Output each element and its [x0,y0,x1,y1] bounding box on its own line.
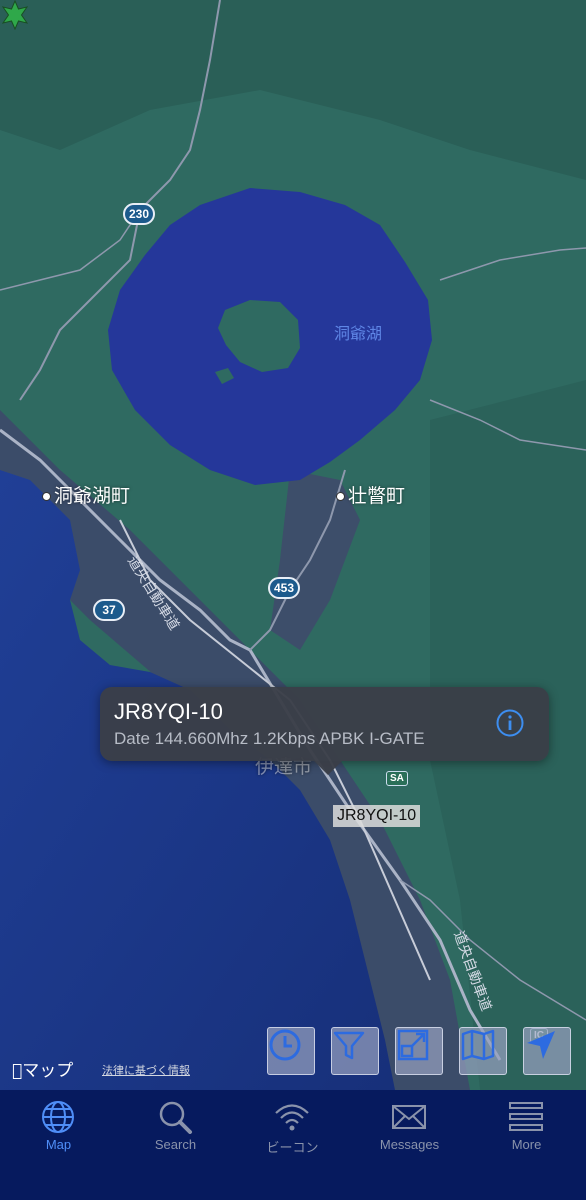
wifi-icon [275,1104,309,1131]
place-label-toyako[interactable]: 洞爺湖町 [42,481,130,508]
callout-subtitle: Date 144.660Mhz 1.2Kbps APBK I-GATE [114,729,425,748]
map-type-button[interactable] [459,1027,507,1075]
station-callout[interactable]: JR8YQI-10 Date 144.660Mhz 1.2Kbps APBK I… [100,687,549,775]
apple-maps-attribution: マップ [12,1056,73,1081]
location-arrow-icon [527,1031,555,1059]
callout-title: JR8YQI-10 [114,699,223,724]
envelope-icon [392,1105,426,1129]
tab-label: ビーコン [266,1140,319,1155]
tab-bar: Map Search ビーコン Messages More [0,1090,586,1200]
menu-icon [509,1102,543,1131]
map-type-icon [461,1029,495,1061]
magnifier-icon [159,1101,192,1134]
sa-badge: SA [386,771,408,786]
route-shield: 37 [93,599,125,621]
tab-label: Messages [379,1137,440,1152]
station-label[interactable]: JR8YQI-10 [333,805,421,827]
lake-label: 洞爺湖 [334,324,383,343]
apple-maps-label: マップ [12,1061,73,1081]
station-marker-icon[interactable] [0,0,30,30]
place-dot [336,492,345,501]
resize-icon [397,1029,429,1061]
tab-map[interactable]: Map [0,1090,117,1160]
filter-icon [333,1031,365,1060]
globe-icon [42,1101,74,1133]
tab-label: Map [45,1137,72,1152]
location-button[interactable] [523,1027,571,1075]
tab-label: Search [154,1137,197,1152]
place-name: 洞爺湖町 [54,485,131,507]
place-label-sobetsu[interactable]: 壮瞥町 [336,481,405,508]
legal-link[interactable]: 法律に基づく情報 [102,1062,190,1078]
tab-beacon[interactable]: ビーコン [234,1090,351,1160]
resize-button[interactable] [395,1027,443,1075]
history-button[interactable] [267,1027,315,1075]
tab-search[interactable]: Search [117,1090,234,1160]
clock-icon [269,1029,301,1061]
route-shield: 453 [268,577,300,599]
info-icon[interactable] [496,709,524,737]
map-view[interactable]: 洞爺湖 洞爺湖町 壮瞥町 伊達市 230 453 37 SA IC 道央自動車道… [0,0,586,1090]
place-dot [42,492,51,501]
route-shield: 230 [123,203,155,225]
map-canvas[interactable] [0,0,586,1090]
tab-more[interactable]: More [468,1090,585,1160]
filter-button[interactable] [331,1027,379,1075]
tab-messages[interactable]: Messages [351,1090,468,1160]
place-name: 壮瞥町 [348,485,406,507]
tab-label: More [511,1137,542,1152]
